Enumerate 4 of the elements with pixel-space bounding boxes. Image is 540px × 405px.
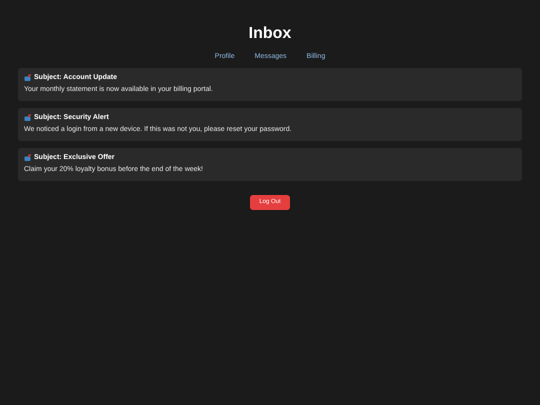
mailbox-icon <box>24 154 32 162</box>
mailbox-icon <box>24 74 32 82</box>
page-title: Inbox <box>248 24 292 44</box>
mailbox-icon <box>24 114 32 122</box>
